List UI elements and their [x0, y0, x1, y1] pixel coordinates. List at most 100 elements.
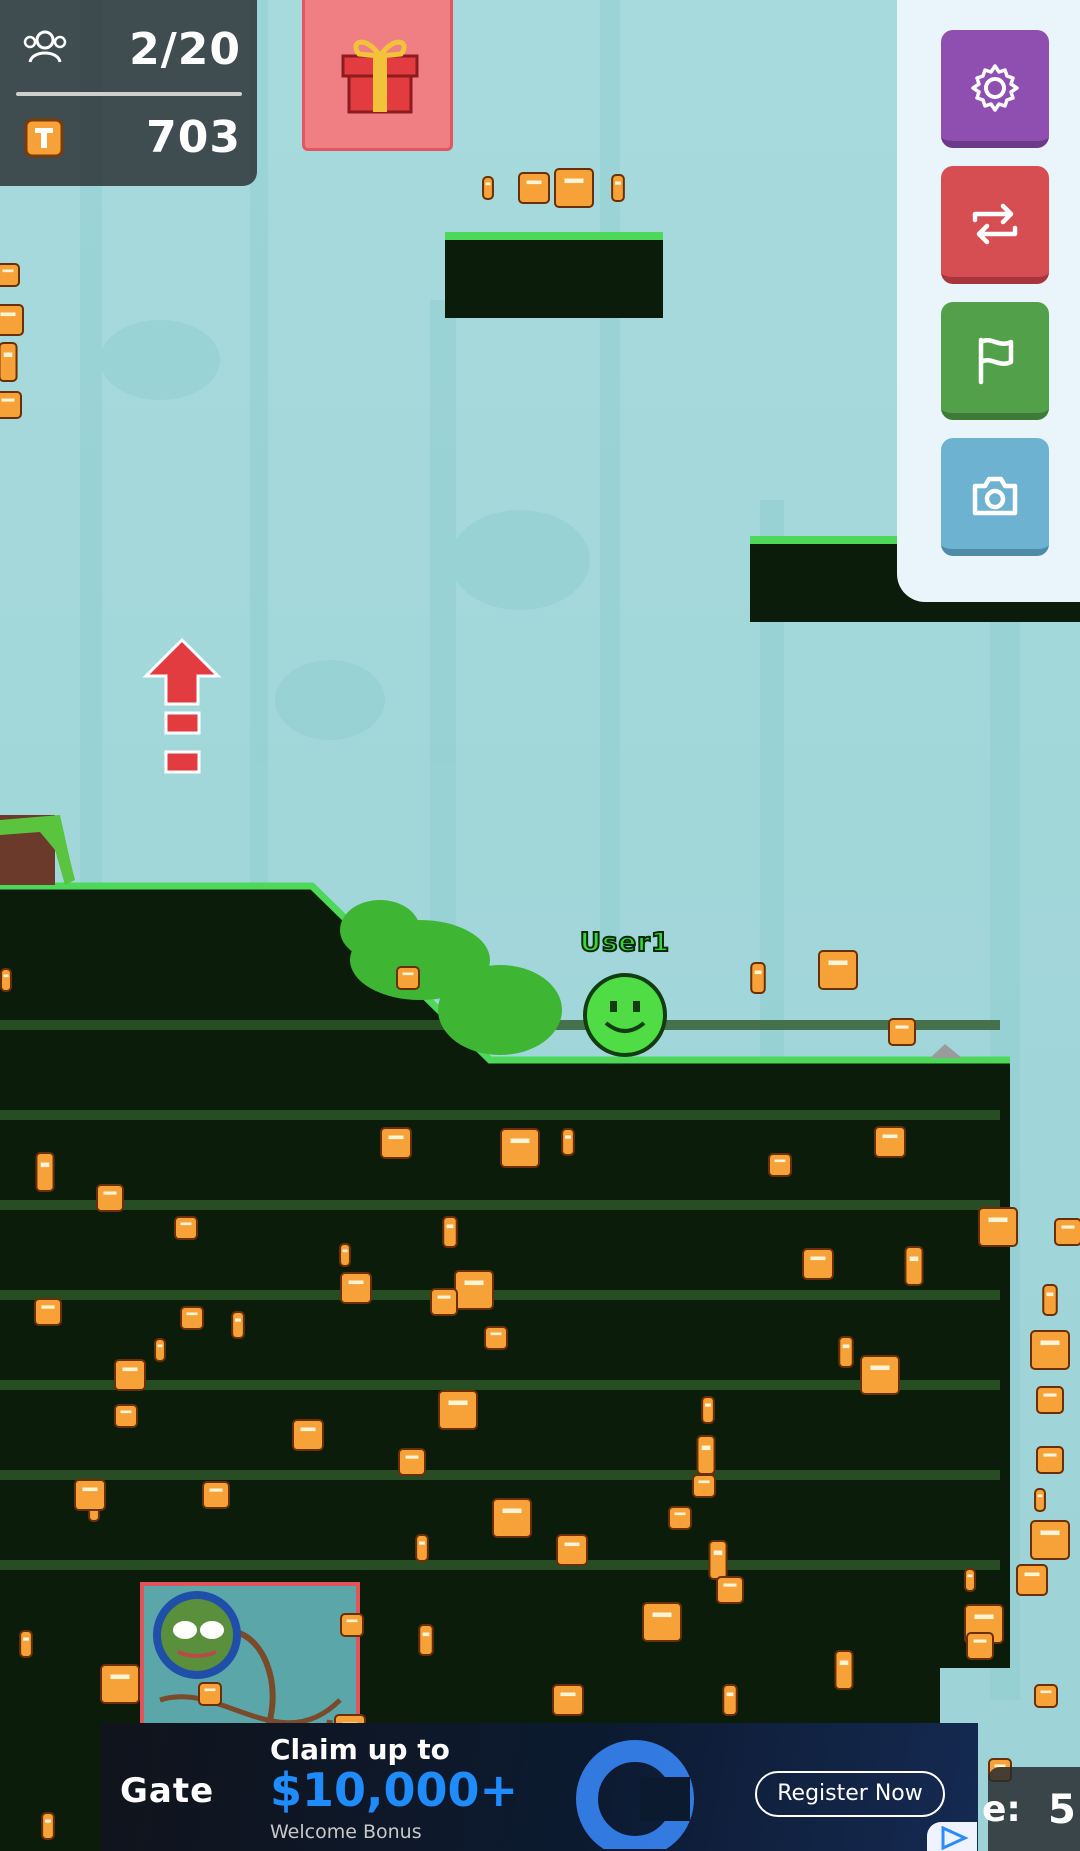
coin-pickup	[696, 1435, 716, 1475]
coin-glyph	[726, 1692, 734, 1697]
swap-button[interactable]	[941, 166, 1049, 284]
coin-glyph	[209, 1488, 223, 1492]
coin-glyph	[701, 1445, 711, 1451]
coin-pickup	[74, 1479, 106, 1511]
coin-glyph	[405, 1455, 419, 1459]
coin-glyph	[828, 960, 848, 966]
coin-glyph	[348, 1280, 364, 1285]
hud-divider	[16, 92, 242, 96]
ad-register-button[interactable]: Register Now	[755, 1771, 945, 1817]
coin-glyph	[2, 269, 14, 273]
gift-button[interactable]	[302, 0, 453, 151]
coin-glyph	[40, 1162, 50, 1168]
coin-glyph	[674, 1512, 686, 1516]
coin-pickup	[701, 1396, 715, 1424]
coin-pickup	[114, 1404, 138, 1428]
coin-glyph	[909, 1256, 919, 1262]
coin-glyph	[157, 1344, 163, 1348]
coin-pickup	[0, 968, 12, 992]
coin-glyph	[842, 1344, 850, 1349]
coin-pickup	[1034, 1684, 1058, 1708]
coin-pickup	[874, 1126, 906, 1158]
coin-glyph	[3, 974, 9, 978]
coin-glyph	[3, 352, 13, 358]
coin-glyph	[652, 1612, 672, 1618]
ad-brand: Gate	[120, 1771, 215, 1811]
coin-pickup	[34, 1298, 62, 1326]
coin-glyph	[419, 1541, 425, 1545]
coin-glyph	[122, 1367, 138, 1372]
settings-button[interactable]	[941, 30, 1049, 148]
swap-arrows-icon	[972, 203, 1018, 245]
coin-glyph	[110, 1674, 130, 1680]
coin-pickup	[1054, 1218, 1080, 1246]
coin-pickup	[430, 1288, 458, 1316]
coin-pickup	[180, 1306, 204, 1330]
coin-pickup	[554, 168, 594, 208]
coin-pickup	[1036, 1446, 1064, 1474]
coin-glyph	[388, 1135, 404, 1140]
coin-pickup	[611, 174, 625, 202]
coin-glyph	[967, 1574, 973, 1578]
coin-pickup	[415, 1534, 429, 1562]
coin-pickup	[380, 1127, 412, 1159]
game-viewport[interactable]: 2/20 703 User1 e: 5 Gate Claim up to $10…	[0, 0, 1080, 1851]
coin-pickup	[0, 342, 18, 382]
screenshot-button[interactable]	[941, 438, 1049, 556]
camera-icon	[972, 476, 1018, 516]
coin-glyph	[974, 1614, 994, 1620]
coin-pickup	[1016, 1564, 1048, 1596]
coin-glyph	[564, 178, 584, 184]
coin-pickup	[398, 1448, 426, 1476]
coin-pickup	[518, 172, 550, 204]
coin-pickup	[1042, 1284, 1058, 1316]
coin-pickup	[174, 1216, 198, 1240]
ad-headline: Claim up to	[270, 1733, 450, 1766]
coin-glyph	[448, 1400, 468, 1406]
coin-pickup	[561, 1128, 575, 1156]
coin-pickup	[802, 1248, 834, 1280]
coin-glyph	[23, 1637, 29, 1641]
coin-pickup	[818, 950, 858, 990]
coin-glyph	[502, 1508, 522, 1514]
coin-pickup	[768, 1153, 792, 1177]
coin-glyph	[186, 1312, 198, 1316]
coin-pickup	[438, 1390, 478, 1430]
coin-pickup	[978, 1207, 1018, 1247]
coin-glyph	[446, 1224, 454, 1229]
ad-subline: Welcome Bonus	[270, 1821, 422, 1843]
coin-glyph	[754, 970, 762, 975]
player-character	[583, 973, 667, 1057]
coin-glyph	[485, 182, 491, 186]
coin-pickup	[716, 1576, 744, 1604]
coin-glyph	[1, 398, 15, 402]
coin-pickup	[722, 1684, 738, 1716]
coin-pickup	[100, 1664, 140, 1704]
coin-pickup	[966, 1632, 994, 1660]
coin-pickup	[340, 1272, 372, 1304]
coin-pickup	[35, 1152, 55, 1192]
coin-glyph	[437, 1295, 451, 1299]
coin-glyph	[180, 1222, 192, 1226]
gift-icon	[341, 39, 419, 114]
coin-pickup	[96, 1184, 124, 1212]
checkpoint-button[interactable]	[941, 302, 1049, 420]
coin-glyph	[0, 312, 16, 317]
coin-pickup	[692, 1474, 716, 1498]
coin-pickup	[442, 1216, 458, 1248]
coin-glyph	[973, 1639, 987, 1643]
coin-glyph	[564, 1542, 580, 1547]
coin-glyph	[402, 972, 414, 976]
small-rock	[930, 1044, 962, 1058]
coin-pickup	[1036, 1386, 1064, 1414]
ad-banner[interactable]: Gate Claim up to $10,000+ Welcome Bonus …	[100, 1723, 978, 1851]
ad-graphic	[576, 1740, 694, 1849]
hud-stats-panel: 2/20 703	[0, 0, 257, 186]
ad-info-icon[interactable]	[927, 1822, 977, 1851]
tree-stump	[0, 815, 75, 885]
coin-glyph	[774, 1159, 786, 1163]
coin-pickup	[964, 1568, 976, 1592]
coin-glyph	[615, 181, 621, 185]
coin-pickup	[202, 1481, 230, 1509]
coins-count: 703	[146, 112, 241, 163]
